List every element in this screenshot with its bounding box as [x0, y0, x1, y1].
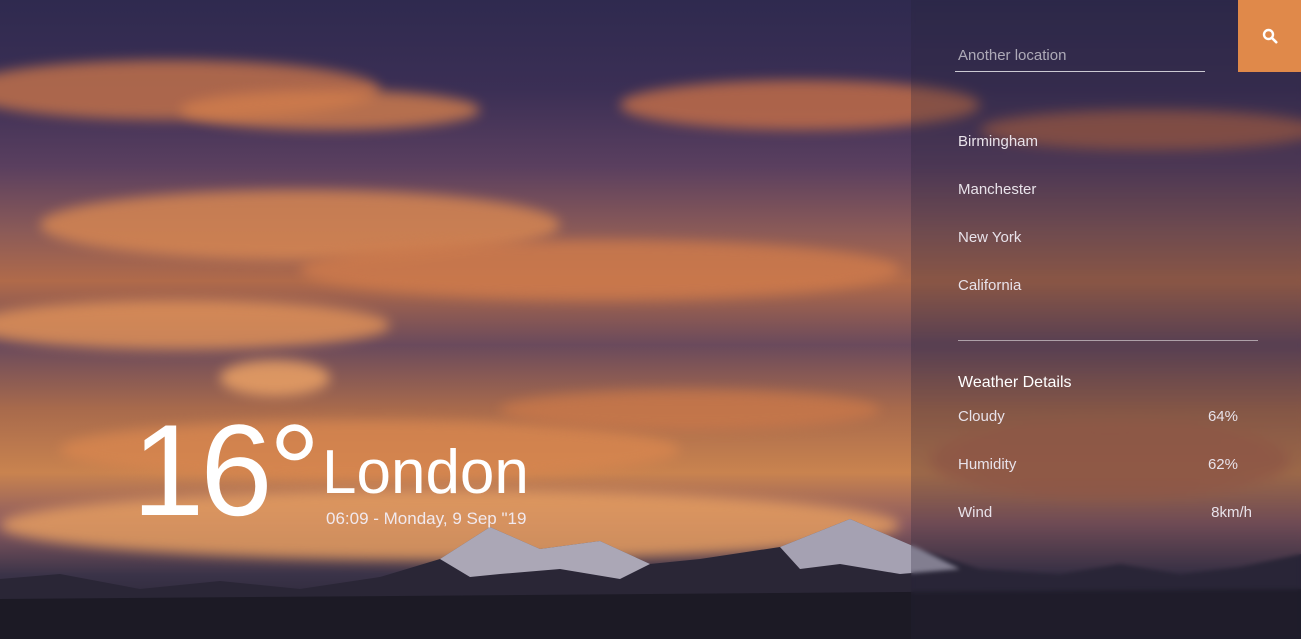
- detail-row-humidity: Humidity 62%: [958, 454, 1254, 476]
- temperature-display: 16°: [132, 397, 321, 543]
- detail-row-cloudy: Cloudy 64%: [958, 406, 1254, 428]
- date-time-label: 06:09 - Monday, 9 Sep "19: [326, 509, 527, 528]
- weather-details-heading: Weather Details: [958, 374, 1072, 391]
- city-name: London: [322, 438, 529, 507]
- detail-label: Cloudy: [958, 408, 1005, 425]
- search-button[interactable]: [1238, 0, 1301, 72]
- detail-value: 8km/h: [1211, 504, 1252, 521]
- search-icon: [1262, 28, 1277, 44]
- weather-app: 16° London 06:09 - Monday, 9 Sep "19 Bir…: [0, 0, 1301, 639]
- detail-label: Wind: [958, 504, 993, 521]
- location-item-new-york[interactable]: New York: [958, 226, 1038, 274]
- location-item-california[interactable]: California: [958, 274, 1038, 322]
- location-search-input[interactable]: [955, 40, 1205, 72]
- detail-value: 62%: [1207, 456, 1238, 473]
- detail-row-wind: Wind 8km/h: [958, 502, 1254, 524]
- location-item-birmingham[interactable]: Birmingham: [958, 130, 1038, 178]
- location-list: Birmingham Manchester New York Californi…: [958, 130, 1038, 322]
- panel-divider: [958, 340, 1258, 341]
- detail-label: Humidity: [958, 456, 1017, 473]
- detail-value: 64%: [1207, 408, 1238, 425]
- location-item-manchester[interactable]: Manchester: [958, 178, 1038, 226]
